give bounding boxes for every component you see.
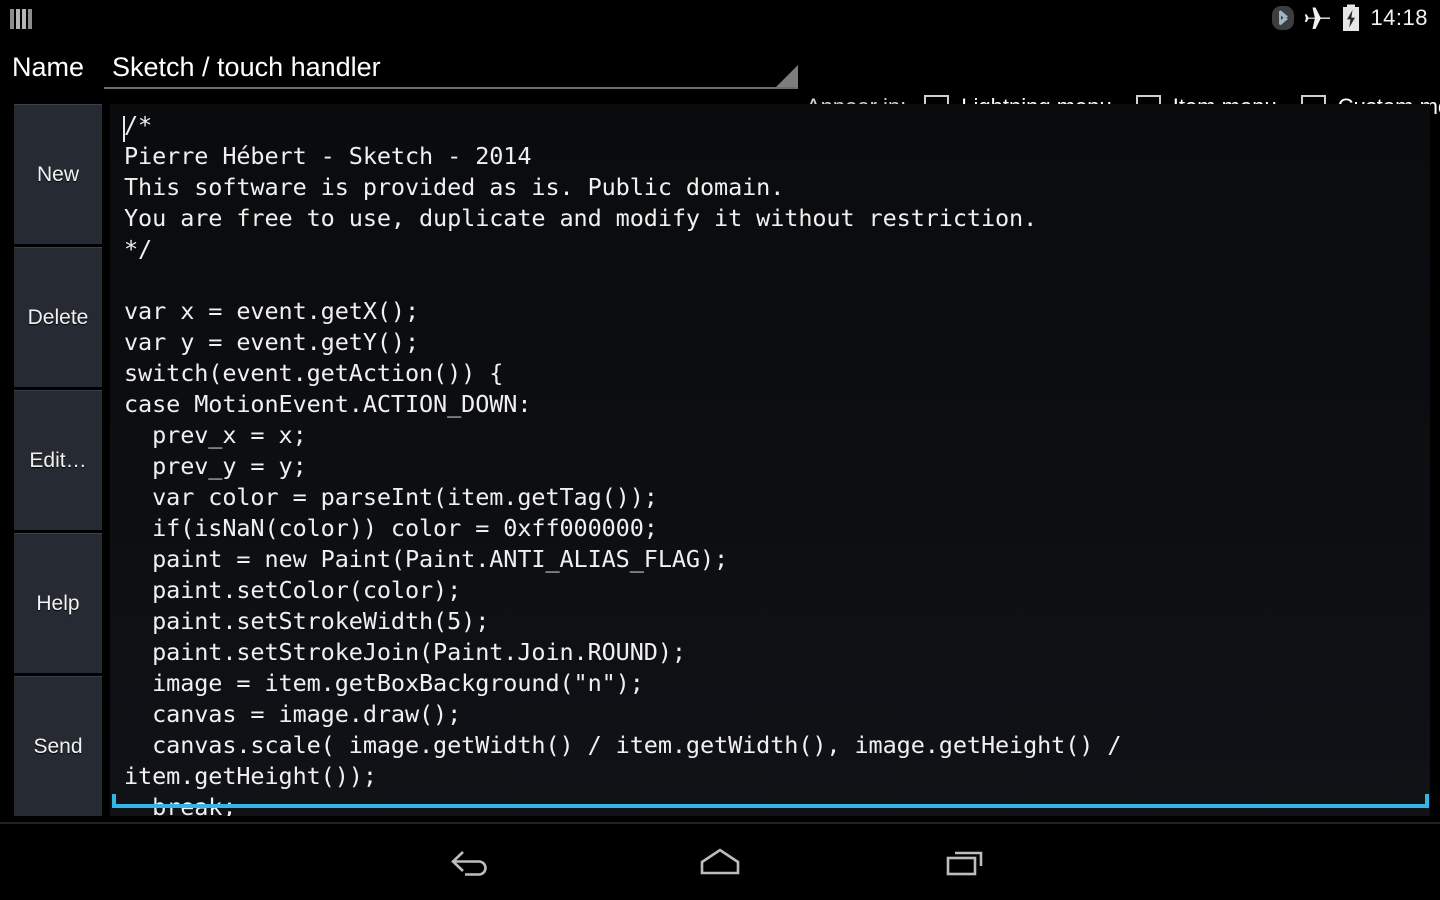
airplane-mode-icon	[1304, 5, 1332, 31]
bars-icon	[10, 7, 32, 29]
app-root: 14:18 Name Sketch / touch handler Appear…	[0, 0, 1440, 900]
bluetooth-icon	[1272, 5, 1295, 31]
code-editor[interactable]: /* Pierre Hébert - Sketch - 2014 This so…	[110, 104, 1430, 816]
nav-divider	[0, 822, 1440, 824]
editor-focus-underline	[112, 804, 1429, 808]
sidebar: New Delete Edit… Help Send	[14, 104, 102, 816]
code-text[interactable]: /* Pierre Hébert - Sketch - 2014 This so…	[124, 110, 1430, 816]
nav-recents-button[interactable]	[905, 838, 1025, 888]
sidebar-item-label: Edit…	[29, 448, 87, 472]
sidebar-item-label: Delete	[27, 305, 89, 329]
nav-home-button[interactable]	[660, 838, 780, 888]
back-arrow-icon	[451, 851, 487, 876]
sidebar-item-edit[interactable]: Edit…	[14, 390, 102, 530]
header-bar: Name Sketch / touch handler Appear in: L…	[0, 36, 1440, 120]
sidebar-item-help[interactable]: Help	[14, 533, 102, 673]
resize-handle-icon[interactable]	[776, 65, 798, 87]
home-icon	[700, 848, 740, 875]
sidebar-item-label: Send	[33, 734, 83, 758]
sidebar-item-label: New	[36, 162, 79, 186]
battery-charging-icon	[1342, 4, 1360, 32]
sidebar-item-delete[interactable]: Delete	[14, 247, 102, 387]
name-label: Name	[12, 52, 85, 82]
editor-focus-tick-right	[1425, 794, 1429, 805]
editor-focus-tick-left	[112, 794, 116, 805]
status-bar-icons: 14:18	[1272, 0, 1428, 36]
sidebar-item-new[interactable]: New	[14, 104, 102, 244]
nav-back-button[interactable]	[415, 838, 535, 888]
android-nav-bar	[0, 822, 1440, 900]
sidebar-item-label: Help	[36, 591, 80, 615]
recents-icon	[946, 851, 983, 876]
sidebar-item-send[interactable]: Send	[14, 676, 102, 816]
name-input-value: Sketch / touch handler	[112, 52, 381, 82]
status-bar: 14:18	[0, 0, 1440, 36]
name-input-underline	[104, 87, 798, 89]
status-clock: 14:18	[1370, 5, 1428, 30]
